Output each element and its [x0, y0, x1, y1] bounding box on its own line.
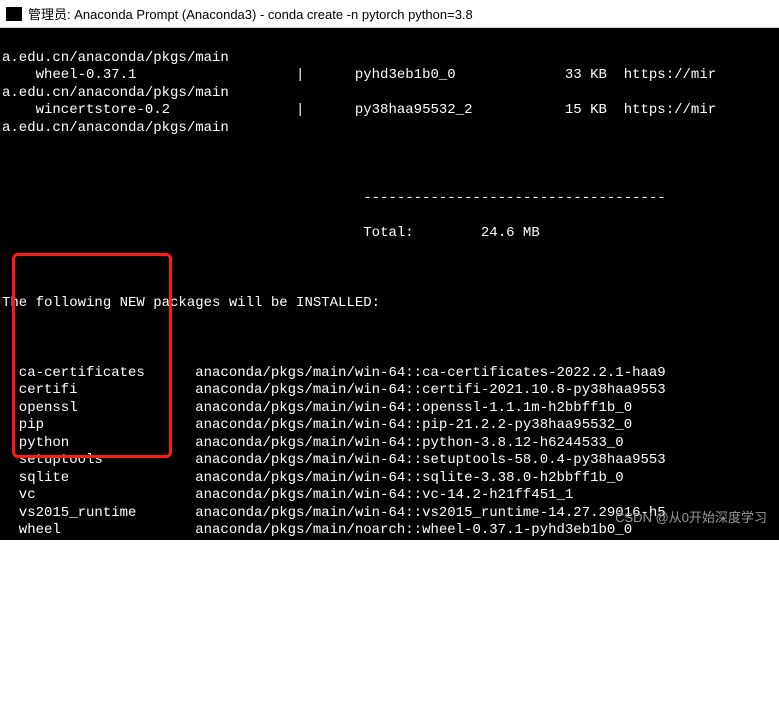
download-row: a.edu.cn/anaconda/pkgs/main: [2, 85, 777, 103]
watermark: CSDN @从0开始深度学习: [615, 510, 767, 526]
install-header: The following NEW packages will be INSTA…: [2, 295, 777, 313]
package-row: pip anaconda/pkgs/main/win-64::pip-21.2.…: [2, 417, 777, 435]
package-row: wincertstore anaconda/pkgs/main/win-64::…: [2, 540, 777, 558]
package-row: certifi anaconda/pkgs/main/win-64::certi…: [2, 382, 777, 400]
download-row: wincertstore-0.2 | py38haa95532_2 15 KB …: [2, 102, 777, 120]
titlebar: 管理员: Anaconda Prompt (Anaconda3) - conda…: [0, 0, 779, 28]
total-line: Total: 24.6 MB: [2, 225, 777, 243]
terminal-output[interactable]: a.edu.cn/anaconda/pkgs/main wheel-0.37.1…: [0, 28, 779, 540]
package-row: ca-certificates anaconda/pkgs/main/win-6…: [2, 365, 777, 383]
package-row: vc anaconda/pkgs/main/win-64::vc-14.2-h2…: [2, 487, 777, 505]
package-row: python anaconda/pkgs/main/win-64::python…: [2, 435, 777, 453]
window-title: 管理员: Anaconda Prompt (Anaconda3) - conda…: [28, 4, 473, 23]
download-row: a.edu.cn/anaconda/pkgs/main: [2, 50, 777, 68]
proceed-prompt[interactable]: Proceed ([y]/n)?: [2, 645, 777, 663]
separator-line: ------------------------------------: [2, 190, 777, 208]
download-row: a.edu.cn/anaconda/pkgs/main: [2, 120, 777, 138]
package-row: setuptools anaconda/pkgs/main/win-64::se…: [2, 452, 777, 470]
download-row: wheel-0.37.1 | pyhd3eb1b0_0 33 KB https:…: [2, 67, 777, 85]
package-row: sqlite anaconda/pkgs/main/win-64::sqlite…: [2, 470, 777, 488]
package-row: openssl anaconda/pkgs/main/win-64::opens…: [2, 400, 777, 418]
cmd-icon: [6, 7, 22, 21]
cursor-icon: [145, 646, 153, 661]
